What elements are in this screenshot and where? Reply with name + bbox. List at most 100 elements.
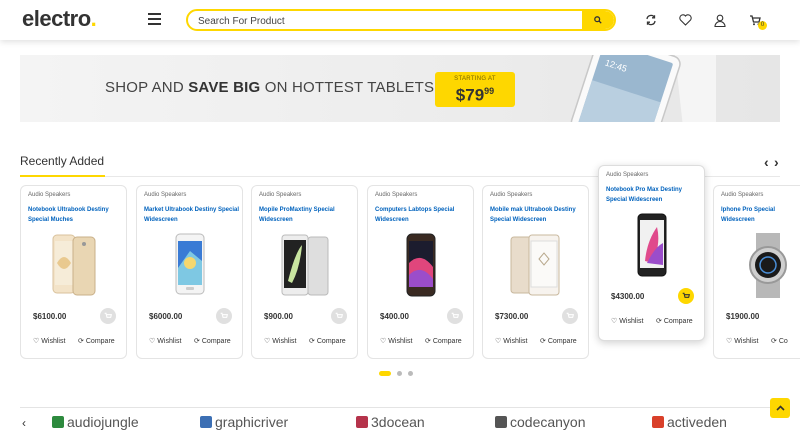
wishlist-button[interactable]: ♡ Wishlist — [264, 337, 296, 346]
heart-icon: ♡ — [495, 338, 502, 345]
product-category[interactable]: Audio Speakers — [259, 192, 301, 198]
compare-button[interactable]: ⟳ Compare — [309, 337, 346, 346]
wishlist-button[interactable]: ♡ Wishlist — [380, 337, 412, 346]
product-image[interactable] — [270, 233, 340, 298]
product-name[interactable]: Notebook Pro Max Destiny Special Widescr… — [606, 185, 702, 205]
product-card[interactable]: Audio Speakers Mopile ProMaxtiny Special… — [251, 185, 358, 359]
logo-dot: . — [90, 6, 97, 31]
product-price: $7300.00 — [495, 312, 529, 321]
compare-button[interactable]: ⟳ Compare — [78, 337, 115, 346]
heart-icon[interactable] — [677, 12, 693, 28]
codecanyon-icon — [495, 416, 507, 428]
product-category[interactable]: Audio Speakers — [606, 172, 648, 178]
compare-icon: ⟳ — [540, 338, 546, 345]
product-card[interactable]: Audio Speakers Iphone Pro Special Widesc… — [713, 185, 800, 359]
carousel-dot[interactable] — [408, 371, 413, 376]
product-card[interactable]: Audio Speakers Notebook Ultrabook Destin… — [20, 185, 127, 359]
logo[interactable]: electro. — [22, 6, 97, 32]
add-to-cart-button[interactable] — [216, 308, 232, 324]
wishlist-button[interactable]: ♡ Wishlist — [495, 337, 527, 346]
heart-icon: ♡ — [611, 318, 618, 325]
carousel-dot-active[interactable] — [379, 371, 391, 376]
product-image[interactable] — [386, 233, 456, 298]
cart-count-badge: 0 — [758, 21, 767, 30]
product-name[interactable]: Computers Labtops Special Widescreen — [375, 205, 471, 225]
wishlist-button[interactable]: ♡ Wishlist — [726, 337, 758, 346]
compare-button[interactable]: ⟳ Co — [771, 337, 788, 346]
product-price: $900.00 — [264, 312, 293, 321]
add-to-cart-button[interactable] — [678, 288, 694, 304]
wishlist-button[interactable]: ♡ Wishlist — [149, 337, 181, 346]
heart-icon: ♡ — [149, 338, 156, 345]
product-price: $6100.00 — [33, 312, 67, 321]
product-image[interactable] — [39, 233, 109, 298]
audiojungle-icon — [52, 416, 64, 428]
product-price: $1900.00 — [726, 312, 760, 321]
product-price: $4300.00 — [611, 292, 645, 301]
user-icon[interactable] — [712, 12, 728, 28]
carousel-dot[interactable] — [397, 371, 402, 376]
search-button[interactable] — [582, 11, 614, 29]
cart-icon — [451, 312, 459, 318]
menu-icon[interactable] — [148, 13, 161, 25]
product-category[interactable]: Audio Speakers — [375, 192, 417, 198]
promo-banner[interactable]: SHOP AND SAVE BIG ON HOTTEST TABLETS STA… — [20, 55, 780, 122]
section-title: Recently Added — [20, 154, 105, 168]
add-to-cart-button[interactable] — [447, 308, 463, 324]
site-header: electro. 0 — [0, 0, 800, 40]
carousel-prev-button[interactable]: ‹ — [764, 154, 769, 170]
product-name[interactable]: Mobile mak Ultrabook Destiny Special Wid… — [490, 205, 586, 225]
compare-icon[interactable] — [643, 12, 659, 28]
compare-button[interactable]: ⟳ Compare — [425, 337, 462, 346]
cart-icon[interactable]: 0 — [747, 12, 767, 30]
product-name[interactable]: Mopile ProMaxtiny Special Widescreen — [259, 205, 355, 225]
brand-logo[interactable]: graphicriver — [200, 414, 288, 430]
product-name[interactable]: Iphone Pro Special Widescreen — [721, 205, 800, 225]
product-category[interactable]: Audio Speakers — [28, 192, 70, 198]
scroll-to-top-button[interactable] — [770, 398, 790, 418]
search-bar — [186, 9, 616, 31]
carousel-next-button[interactable]: › — [774, 154, 779, 170]
product-name[interactable]: Notebook Ultrabook Destiny Special Muche… — [28, 205, 124, 225]
search-input[interactable] — [188, 12, 583, 29]
compare-button[interactable]: ⟳ Compare — [656, 317, 693, 326]
logo-text: electro — [22, 6, 91, 31]
compare-icon: ⟳ — [656, 318, 662, 325]
product-card[interactable]: Audio Speakers Mobile mak Ultrabook Dest… — [482, 185, 589, 359]
brands-prev-button[interactable]: ‹ — [22, 416, 26, 430]
brand-logo[interactable]: audiojungle — [52, 414, 139, 430]
compare-button[interactable]: ⟳ Compare — [194, 337, 231, 346]
cart-icon — [566, 312, 574, 318]
cart-icon — [335, 312, 343, 318]
product-card[interactable]: Audio Speakers Market Ultrabook Destiny … — [136, 185, 243, 359]
brand-logo[interactable]: 3docean — [356, 414, 425, 430]
brand-logo[interactable]: codecanyon — [495, 414, 586, 430]
search-icon — [594, 16, 602, 24]
add-to-cart-button[interactable] — [331, 308, 347, 324]
banner-price-tag: STARTING AT $7999 — [435, 72, 515, 107]
tablet-image: 12:45 — [570, 55, 716, 122]
graphicriver-icon — [200, 416, 212, 428]
product-image[interactable] — [155, 233, 225, 298]
product-category[interactable]: Audio Speakers — [490, 192, 532, 198]
brand-logo[interactable]: activeden — [652, 414, 727, 430]
product-price: $400.00 — [380, 312, 409, 321]
cart-icon — [220, 312, 228, 318]
compare-button[interactable]: ⟳ Compare — [540, 337, 577, 346]
product-name[interactable]: Market Ultrabook Destiny Special Widescr… — [144, 205, 240, 225]
wishlist-button[interactable]: ♡ Wishlist — [33, 337, 65, 346]
3docean-icon — [356, 416, 368, 428]
product-card-active[interactable]: Audio Speakers Notebook Pro Max Destiny … — [598, 165, 705, 341]
compare-icon: ⟳ — [425, 338, 431, 345]
add-to-cart-button[interactable] — [100, 308, 116, 324]
product-category[interactable]: Audio Speakers — [144, 192, 186, 198]
product-image[interactable] — [734, 233, 800, 298]
compare-icon: ⟳ — [771, 338, 777, 345]
heart-icon: ♡ — [264, 338, 271, 345]
product-image[interactable] — [501, 233, 571, 298]
wishlist-button[interactable]: ♡ Wishlist — [611, 317, 643, 326]
add-to-cart-button[interactable] — [562, 308, 578, 324]
product-category[interactable]: Audio Speakers — [721, 192, 763, 198]
product-image[interactable] — [617, 213, 687, 278]
product-card[interactable]: Audio Speakers Computers Labtops Special… — [367, 185, 474, 359]
